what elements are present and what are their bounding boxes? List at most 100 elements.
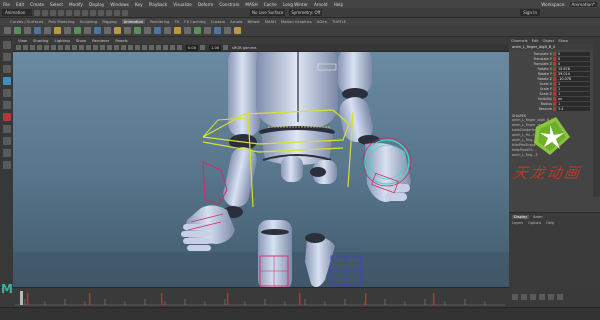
workspace-dropdown[interactable]: Animation* xyxy=(569,1,597,7)
layout-four-icon[interactable] xyxy=(2,137,11,145)
field-chart-icon[interactable] xyxy=(72,45,77,50)
shelf-tool-icon[interactable] xyxy=(104,27,111,34)
go-to-start-icon[interactable] xyxy=(512,294,518,300)
scale-tool-icon[interactable] xyxy=(2,101,11,109)
attribute-value[interactable]: 1 xyxy=(557,86,590,91)
shelf-tool-icon[interactable] xyxy=(214,27,221,34)
no-live-surface-field[interactable]: No Live Surface xyxy=(250,9,286,16)
select-hierarchy-icon[interactable] xyxy=(74,9,80,16)
menu-long-winter[interactable]: Long Winter xyxy=(283,2,308,7)
redo-icon[interactable] xyxy=(66,9,72,16)
camera-icon[interactable] xyxy=(16,45,21,50)
menu-mash[interactable]: MASH xyxy=(245,2,257,7)
attribute-value[interactable]: 39.014 xyxy=(557,71,590,76)
go-to-end-icon[interactable] xyxy=(557,294,563,300)
xray-icon[interactable] xyxy=(156,45,161,50)
attribute-row[interactable]: Translate X 0 xyxy=(509,51,600,56)
shelf-tab[interactable]: Rendering xyxy=(150,19,169,24)
colorspace-dropdown[interactable]: sRGB gamma xyxy=(232,46,256,50)
shelf-tab[interactable]: Custom xyxy=(211,19,226,24)
menu-file[interactable]: File xyxy=(3,2,10,7)
play-back-icon[interactable] xyxy=(530,294,536,300)
shelf-tool-icon[interactable] xyxy=(34,27,41,34)
menu-modify[interactable]: Modify xyxy=(69,2,83,7)
shelf-tab[interactable]: Arnold xyxy=(230,19,242,24)
channels-menu[interactable]: Channels xyxy=(511,39,528,43)
options-menu[interactable]: Options xyxy=(528,221,541,225)
textured-icon[interactable] xyxy=(107,45,112,50)
symmetry-field[interactable]: Symmetry: Off xyxy=(289,9,323,16)
shelf-tab[interactable]: XGen xyxy=(317,19,327,24)
attribute-row[interactable]: Visibility on xyxy=(509,96,600,101)
viewport-menu-shading[interactable]: Shading xyxy=(33,38,48,43)
attribute-value[interactable]: -10.078 xyxy=(557,76,590,81)
menu-playback[interactable]: Playback xyxy=(149,2,168,7)
open-scene-icon[interactable] xyxy=(42,9,48,16)
xray-components-icon[interactable] xyxy=(170,45,175,50)
shelf-tool-icon[interactable] xyxy=(124,27,131,34)
object-menu[interactable]: Object xyxy=(543,39,555,43)
shelf-tab[interactable]: Sculpting xyxy=(80,19,98,24)
shelf-tab[interactable]: FX xyxy=(174,19,179,24)
attribute-value[interactable]: 1 xyxy=(557,91,590,96)
shelf-tab[interactable]: Motion Graphics xyxy=(281,19,312,24)
film-gate-icon[interactable] xyxy=(51,45,56,50)
attribute-row[interactable]: Scale X 1 xyxy=(509,81,600,86)
attribute-value[interactable]: 0 xyxy=(557,51,590,56)
shelf-tool-icon[interactable] xyxy=(204,27,211,34)
shadows-icon[interactable] xyxy=(121,45,126,50)
grid-icon[interactable] xyxy=(44,45,49,50)
wireframe-icon[interactable] xyxy=(86,45,91,50)
attribute-row[interactable]: Rescore 3.4 xyxy=(509,106,600,111)
shelf-tool-icon[interactable] xyxy=(234,27,241,34)
shelf-tab[interactable]: MASH xyxy=(265,19,276,24)
play-forward-icon[interactable] xyxy=(539,294,545,300)
shelf-tool-icon[interactable] xyxy=(24,27,31,34)
menu-cache[interactable]: Cache xyxy=(264,2,277,7)
layout-single-icon[interactable] xyxy=(2,125,11,133)
time-slider[interactable] xyxy=(0,287,509,307)
shelf-tool-icon[interactable] xyxy=(194,27,201,34)
menuset-dropdown[interactable]: Animation xyxy=(2,9,32,16)
camera-attr-icon[interactable] xyxy=(23,45,28,50)
shelf-tool-icon[interactable] xyxy=(94,27,101,34)
viewport-menu-lighting[interactable]: Lighting xyxy=(54,38,69,43)
menu-help[interactable]: Help xyxy=(334,2,344,7)
lasso-tool-icon[interactable] xyxy=(2,53,11,61)
gate-mask-icon[interactable] xyxy=(65,45,70,50)
layout-graph-icon[interactable] xyxy=(2,161,11,169)
isolate-select-icon[interactable] xyxy=(149,45,154,50)
shelf-tool-icon[interactable] xyxy=(154,27,161,34)
viewport-menu-renderer[interactable]: Renderer xyxy=(92,38,109,43)
attribute-row[interactable]: Radius 1 xyxy=(509,101,600,106)
shelf-tab[interactable]: Rigging xyxy=(102,19,116,24)
gamma-field[interactable]: 1.00 xyxy=(209,44,222,51)
menu-arnold[interactable]: Arnold xyxy=(314,2,328,7)
menu-deform[interactable]: Deform xyxy=(198,2,214,7)
menu-select[interactable]: Select xyxy=(50,2,63,7)
attribute-row[interactable]: Translate Z 0 xyxy=(509,61,600,66)
shelf-tab[interactable]: Bifrost xyxy=(247,19,259,24)
smooth-shade-icon[interactable] xyxy=(93,45,98,50)
shelf-tool-icon[interactable] xyxy=(64,27,71,34)
shelf-tab[interactable]: Poly Modeling xyxy=(48,19,74,24)
shelf-tab[interactable]: Curves / Surfaces xyxy=(10,19,43,24)
shelf-tab[interactable]: TURTLE xyxy=(332,19,346,24)
attribute-row[interactable]: Scale Z 1 xyxy=(509,91,600,96)
attribute-value[interactable]: 0 xyxy=(557,61,590,66)
attribute-row[interactable]: Rotate Z -10.078 xyxy=(509,76,600,81)
ambient-occlusion-icon[interactable] xyxy=(128,45,133,50)
snap-point-icon[interactable] xyxy=(114,9,120,16)
shelf-tool-icon[interactable] xyxy=(44,27,51,34)
snap-grid-icon[interactable] xyxy=(98,9,104,16)
show-menu[interactable]: Show xyxy=(558,39,568,43)
new-scene-icon[interactable] xyxy=(34,9,40,16)
layout-outliner-icon[interactable] xyxy=(2,149,11,157)
motion-blur-icon[interactable] xyxy=(135,45,140,50)
save-scene-icon[interactable] xyxy=(50,9,56,16)
shelf-tool-icon[interactable] xyxy=(84,27,91,34)
xray-joints-icon[interactable] xyxy=(163,45,168,50)
3d-viewport[interactable] xyxy=(13,52,509,292)
safe-action-icon[interactable] xyxy=(79,45,84,50)
attribute-value[interactable]: 1 xyxy=(557,101,590,106)
